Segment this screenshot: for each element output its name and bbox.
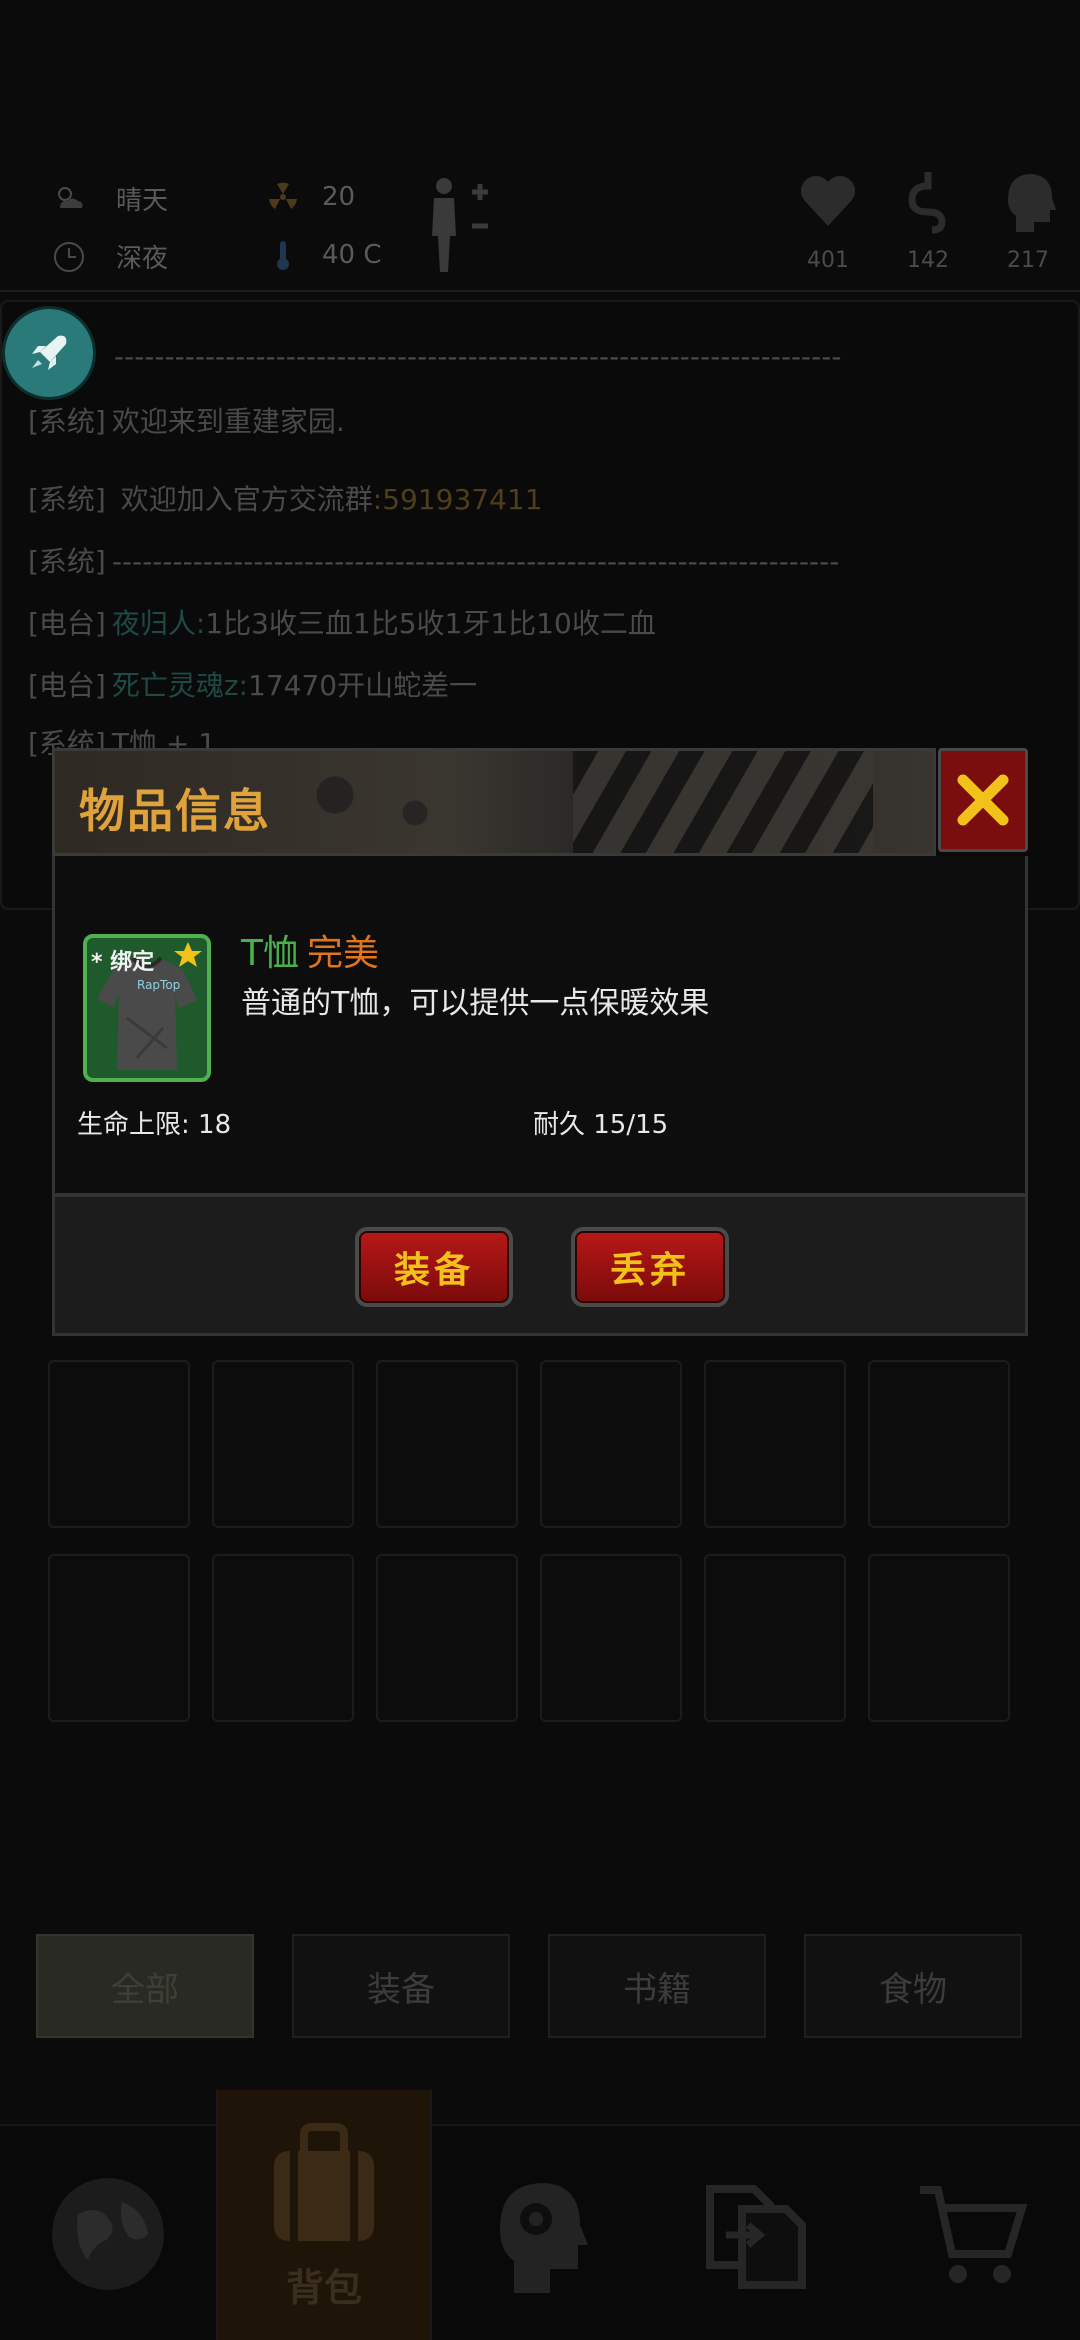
- inventory-slot[interactable]: [868, 1554, 1010, 1722]
- health-vital: 401: [793, 166, 863, 273]
- inventory-slot[interactable]: [540, 1554, 682, 1722]
- stomach-icon: [908, 172, 946, 234]
- item-name: T恤: [241, 933, 299, 974]
- inventory-slot[interactable]: [212, 1360, 354, 1528]
- log-line: [电台] 夜归人:1比3收三血1比5收1牙1比10收二血: [28, 602, 656, 642]
- item-quality: 完美: [307, 933, 380, 974]
- tab-books[interactable]: 书籍: [548, 1934, 766, 2038]
- dialog-title: 物品信息: [79, 784, 271, 838]
- tab-all[interactable]: 全部: [36, 1934, 254, 2038]
- inventory-slot[interactable]: [48, 1360, 190, 1528]
- star-icon: [174, 942, 202, 967]
- divider: [0, 290, 1080, 292]
- radiation-value: 20: [322, 182, 356, 212]
- time-label: 深夜: [116, 244, 169, 274]
- log-text: ----------------------------------------…: [111, 545, 840, 578]
- nav-world[interactable]: [0, 2126, 216, 2340]
- inventory-slot[interactable]: [868, 1360, 1010, 1528]
- tab-equipment[interactable]: 装备: [292, 1934, 510, 2038]
- stat-max-health: 生命上限: 18: [77, 1110, 232, 1140]
- radiation-icon: [269, 182, 297, 209]
- nav-backpack-label: 背包: [285, 2265, 362, 2310]
- nav-skills[interactable]: [432, 2126, 648, 2340]
- inventory-slot[interactable]: [704, 1360, 846, 1528]
- inventory-slot[interactable]: [376, 1554, 518, 1722]
- grime-texture: [275, 759, 475, 849]
- item-info-dialog: 物品信息 * 绑定 RapTop T恤 完美 普通的T恤，可以提供一点保暖效果 生…: [52, 748, 1028, 1336]
- tab-food[interactable]: 食物: [804, 1934, 1022, 2038]
- nav-shop[interactable]: [864, 2126, 1080, 2340]
- health-value: 401: [807, 248, 849, 273]
- log-number: :591937411: [372, 483, 543, 516]
- head-gear-icon: [500, 2183, 588, 2293]
- stat-durability: 耐久 15/15: [533, 1110, 669, 1140]
- thermometer-icon: [277, 241, 289, 270]
- close-icon: [957, 774, 1009, 826]
- item-name-line: T恤 完美: [241, 924, 379, 976]
- inventory-slot[interactable]: [48, 1554, 190, 1722]
- weather-label: 晴天: [116, 186, 169, 216]
- log-text: 17470开山蛇差一: [248, 669, 478, 702]
- bottom-nav: 背包: [0, 2090, 1080, 2340]
- log-line: [系统] 欢迎加入官方交流群:591937411: [28, 478, 543, 518]
- equip-button[interactable]: 装备: [355, 1227, 513, 1307]
- log-text: 欢迎加入官方交流群: [111, 483, 373, 516]
- body-status-icon[interactable]: [428, 176, 498, 276]
- globe-icon: [52, 2178, 164, 2290]
- log-tag: [系统]: [28, 483, 106, 516]
- log-text: 1比3收三血1比5收1牙1比10收二血: [205, 607, 656, 640]
- rocket-icon: [32, 335, 67, 370]
- mind-value: 217: [1007, 248, 1049, 273]
- log-speaker: 夜归人:: [111, 607, 206, 640]
- rocket-button[interactable]: [2, 306, 96, 400]
- log-tag: [电台]: [28, 669, 106, 702]
- clock-icon: [54, 241, 84, 272]
- inventory-slot[interactable]: [212, 1554, 354, 1722]
- inventory-slot[interactable]: [376, 1360, 518, 1528]
- dialog-footer: 装备 丢弃: [52, 1194, 1028, 1336]
- shirt-brand: RapTop: [137, 978, 181, 992]
- exchange-icon: [706, 2185, 806, 2289]
- dialog-header: 物品信息: [52, 748, 936, 856]
- backpack-icon: [274, 2122, 374, 2241]
- inventory-slot[interactable]: [704, 1554, 846, 1722]
- log-line: [电台] 死亡灵魂z:17470开山蛇差一: [28, 664, 477, 704]
- log-tag: [电台]: [28, 607, 106, 640]
- nav-trade[interactable]: [648, 2126, 864, 2340]
- head-mind-icon: [1008, 174, 1056, 232]
- heart-icon: [801, 176, 855, 226]
- log-tag: [系统]: [28, 405, 106, 438]
- time-status: 深夜: [52, 238, 168, 275]
- stomach-value: 142: [907, 248, 949, 273]
- sun-cloud-icon: [58, 186, 83, 208]
- log-speaker: 死亡灵魂z:: [111, 669, 248, 702]
- stomach-vital: 142: [893, 166, 963, 273]
- temperature-status: 40 C: [266, 238, 382, 272]
- log-line: [系统] 欢迎来到重建家园.: [28, 400, 345, 440]
- radiation-status: 20: [266, 180, 355, 214]
- log-text: ----------------------------------------…: [114, 340, 842, 373]
- hazard-stripes: [573, 751, 873, 853]
- mind-vital: 217: [993, 166, 1063, 273]
- weather-status: 晴天: [52, 180, 168, 217]
- temperature-value: 40 C: [322, 240, 382, 270]
- bind-tag: * 绑定: [91, 950, 155, 975]
- log-line: ----------------------------------------…: [114, 340, 841, 373]
- inventory-slot[interactable]: [540, 1360, 682, 1528]
- log-tag: [系统]: [28, 545, 106, 578]
- cart-icon: [920, 2186, 1028, 2283]
- dialog-body: * 绑定 RapTop T恤 完美 普通的T恤，可以提供一点保暖效果 生命上限: …: [52, 856, 1028, 1196]
- nav-backpack[interactable]: 背包: [216, 2090, 432, 2340]
- item-icon: * 绑定 RapTop: [83, 934, 211, 1082]
- drop-button[interactable]: 丢弃: [571, 1227, 729, 1307]
- close-button[interactable]: [938, 748, 1028, 852]
- log-line: [系统] ------------------------------------…: [28, 540, 839, 580]
- log-text: 欢迎来到重建家园.: [111, 405, 345, 438]
- item-description: 普通的T恤，可以提供一点保暖效果: [241, 986, 710, 1021]
